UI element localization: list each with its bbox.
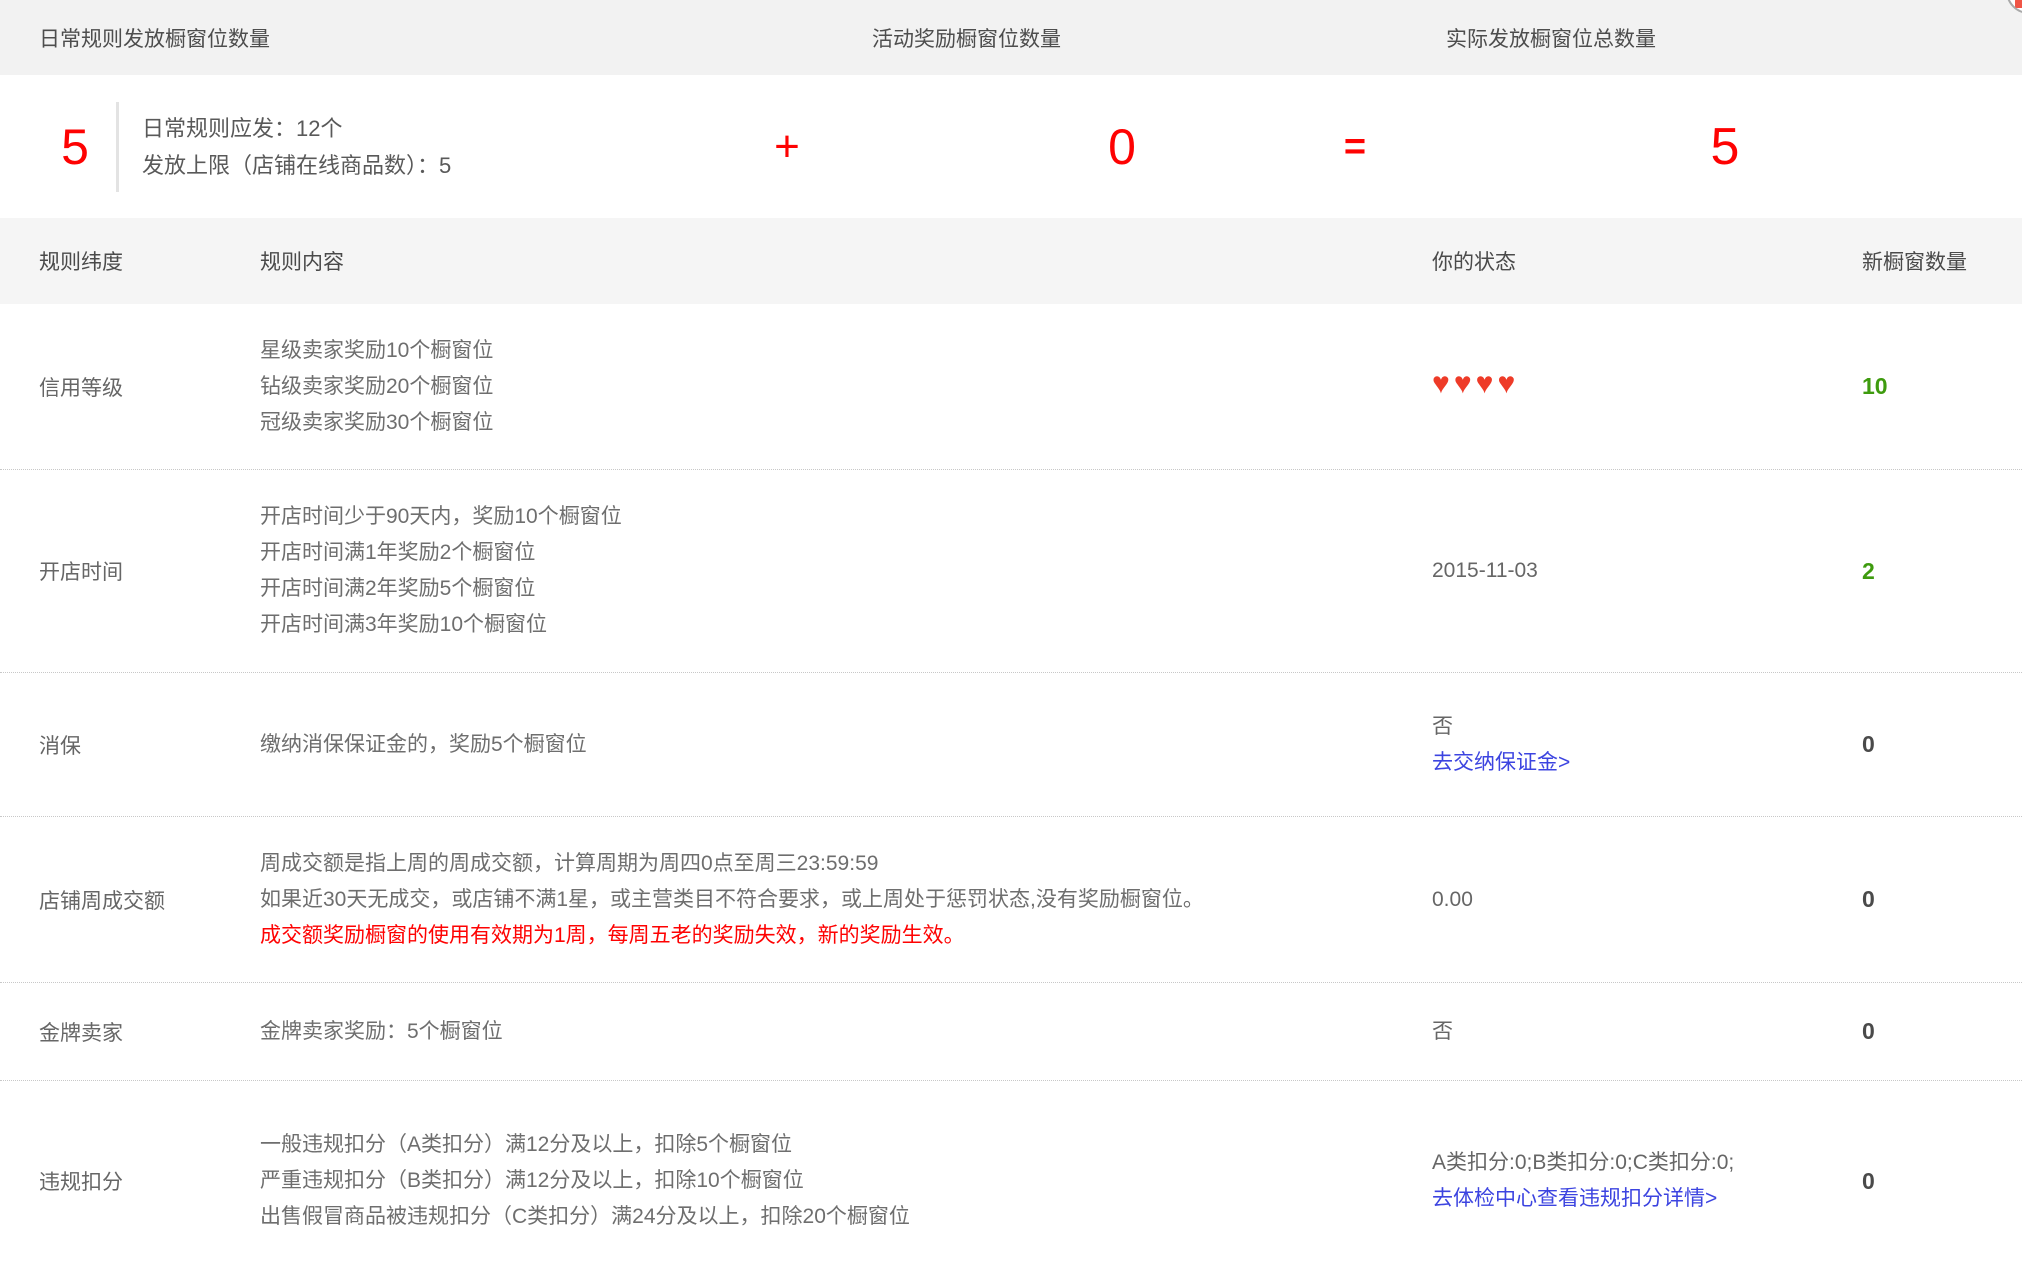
rule-line: 缴纳消保保证金的，奖励5个橱窗位 bbox=[260, 727, 1432, 763]
rule-dimension: 违规扣分 bbox=[0, 1166, 260, 1196]
rule-line: 开店时间少于90天内，奖励10个橱窗位 bbox=[260, 499, 1432, 535]
activity-reward-value: 0 bbox=[1082, 122, 1162, 172]
count-cell: 0 bbox=[1862, 731, 2022, 758]
header-rule-dimension: 规则纬度 bbox=[0, 246, 260, 276]
daily-rule-detail-line2: 发放上限（店铺在线商品数）：5 bbox=[142, 147, 451, 184]
rule-dimension: 金牌卖家 bbox=[0, 1017, 260, 1047]
rule-content: 一般违规扣分（A类扣分）满12分及以上，扣除5个橱窗位 严重违规扣分（B类扣分）… bbox=[260, 1127, 1432, 1235]
rule-line: 严重违规扣分（B类扣分）满12分及以上，扣除10个橱窗位 bbox=[260, 1163, 1432, 1199]
table-row-violation-points: 违规扣分 一般违规扣分（A类扣分）满12分及以上，扣除5个橱窗位 严重违规扣分（… bbox=[0, 1081, 2022, 1281]
status-text: 否 bbox=[1432, 709, 1862, 745]
count-cell: 0 bbox=[1862, 1018, 2022, 1045]
rule-line-warning: 成交额奖励橱窗的使用有效期为1周，每周五老的奖励失效，新的奖励生效。 bbox=[260, 918, 1432, 954]
rule-line: 钻级卖家奖励20个橱窗位 bbox=[260, 369, 1432, 405]
rule-dimension: 店铺周成交额 bbox=[0, 885, 260, 915]
pay-deposit-link[interactable]: 去交纳保证金> bbox=[1432, 745, 1570, 781]
rule-content: 星级卖家奖励10个橱窗位 钻级卖家奖励20个橱窗位 冠级卖家奖励30个橱窗位 bbox=[260, 333, 1432, 441]
status-cell: ♥♥♥♥ bbox=[1432, 369, 1862, 405]
rule-content: 开店时间少于90天内，奖励10个橱窗位 开店时间满1年奖励2个橱窗位 开店时间满… bbox=[260, 499, 1432, 643]
header-new-showcase-count: 新橱窗数量 bbox=[1862, 246, 2022, 276]
status-cell: 否 去交纳保证金> bbox=[1432, 709, 1862, 781]
total-issued-value: 5 bbox=[1685, 121, 1765, 173]
daily-rule-detail-line1: 日常规则应发：12个 bbox=[142, 110, 451, 147]
daily-rule-value: 5 bbox=[35, 122, 115, 172]
plus-operator: + bbox=[747, 125, 827, 169]
table-row-credit-level: 信用等级 星级卖家奖励10个橱窗位 钻级卖家奖励20个橱窗位 冠级卖家奖励30个… bbox=[0, 304, 2022, 470]
rule-line: 冠级卖家奖励30个橱窗位 bbox=[260, 405, 1432, 441]
count-cell: 10 bbox=[1862, 373, 2022, 400]
red-dot-icon bbox=[2015, 0, 2022, 8]
rule-dimension: 信用等级 bbox=[0, 372, 260, 402]
rule-content: 金牌卖家奖励：5个橱窗位 bbox=[260, 1014, 1432, 1050]
status-text: 否 bbox=[1432, 1020, 1453, 1043]
table-row-weekly-turnover: 店铺周成交额 周成交额是指上周的周成交额，计算周期为周四0点至周三23:59:5… bbox=[0, 817, 2022, 983]
rules-table-header: 规则纬度 规则内容 你的状态 新橱窗数量 bbox=[0, 218, 2022, 304]
header-your-status: 你的状态 bbox=[1432, 246, 1862, 276]
activity-reward-title: 活动奖励橱窗位数量 bbox=[872, 23, 1061, 53]
rule-line: 星级卖家奖励10个橱窗位 bbox=[260, 333, 1432, 369]
rule-line: 出售假冒商品被违规扣分（C类扣分）满24分及以上，扣除20个橱窗位 bbox=[260, 1199, 1432, 1235]
rule-line: 如果近30天无成交，或店铺不满1星，或主营类目不符合要求，或上周处于惩罚状态,没… bbox=[260, 882, 1432, 918]
turnover-amount: 0.00 bbox=[1432, 888, 1473, 911]
rule-line: 一般违规扣分（A类扣分）满12分及以上，扣除5个橱窗位 bbox=[260, 1127, 1432, 1163]
table-row-gold-seller: 金牌卖家 金牌卖家奖励：5个橱窗位 否 0 bbox=[0, 983, 2022, 1081]
total-issued-title: 实际发放橱窗位总数量 bbox=[1446, 23, 1656, 53]
equals-operator: = bbox=[1315, 128, 1395, 166]
rule-content: 周成交额是指上周的周成交额，计算周期为周四0点至周三23:59:59 如果近30… bbox=[260, 846, 1432, 954]
opening-date: 2015-11-03 bbox=[1432, 559, 1538, 582]
credit-hearts-icon: ♥♥♥♥ bbox=[1432, 367, 1519, 400]
showcase-formula-band: 5 日常规则应发：12个 发放上限（店铺在线商品数）：5 + 0 = 5 bbox=[0, 75, 2022, 218]
violation-scores: A类扣分:0;B类扣分:0;C类扣分:0; bbox=[1432, 1145, 1862, 1181]
header-rule-content: 规则内容 bbox=[260, 246, 1432, 276]
table-row-consumer-protection: 消保 缴纳消保保证金的，奖励5个橱窗位 否 去交纳保证金> 0 bbox=[0, 673, 2022, 817]
status-cell: 0.00 bbox=[1432, 882, 1862, 918]
status-cell: 否 bbox=[1432, 1014, 1862, 1050]
vertical-divider bbox=[116, 102, 119, 192]
daily-rule-title: 日常规则发放橱窗位数量 bbox=[39, 23, 270, 53]
status-cell: 2015-11-03 bbox=[1432, 553, 1862, 589]
rule-line: 金牌卖家奖励：5个橱窗位 bbox=[260, 1014, 1432, 1050]
rule-line: 周成交额是指上周的周成交额，计算周期为周四0点至周三23:59:59 bbox=[260, 846, 1432, 882]
daily-rule-detail: 日常规则应发：12个 发放上限（店铺在线商品数）：5 bbox=[142, 110, 451, 184]
count-cell: 0 bbox=[1862, 1168, 2022, 1195]
rule-line: 开店时间满2年奖励5个橱窗位 bbox=[260, 571, 1432, 607]
rule-line: 开店时间满3年奖励10个橱窗位 bbox=[260, 607, 1432, 643]
status-cell: A类扣分:0;B类扣分:0;C类扣分:0; 去体检中心查看违规扣分详情> bbox=[1432, 1145, 1862, 1217]
rule-line: 开店时间满1年奖励2个橱窗位 bbox=[260, 535, 1432, 571]
check-violation-detail-link[interactable]: 去体检中心查看违规扣分详情> bbox=[1432, 1181, 1717, 1217]
table-row-opening-time: 开店时间 开店时间少于90天内，奖励10个橱窗位 开店时间满1年奖励2个橱窗位 … bbox=[0, 470, 2022, 673]
rule-dimension: 开店时间 bbox=[0, 556, 260, 586]
summary-header-bar: 日常规则发放橱窗位数量 活动奖励橱窗位数量 实际发放橱窗位总数量 bbox=[0, 0, 2022, 75]
count-cell: 0 bbox=[1862, 886, 2022, 913]
count-cell: 2 bbox=[1862, 558, 2022, 585]
rule-content: 缴纳消保保证金的，奖励5个橱窗位 bbox=[260, 727, 1432, 763]
rule-dimension: 消保 bbox=[0, 730, 260, 760]
